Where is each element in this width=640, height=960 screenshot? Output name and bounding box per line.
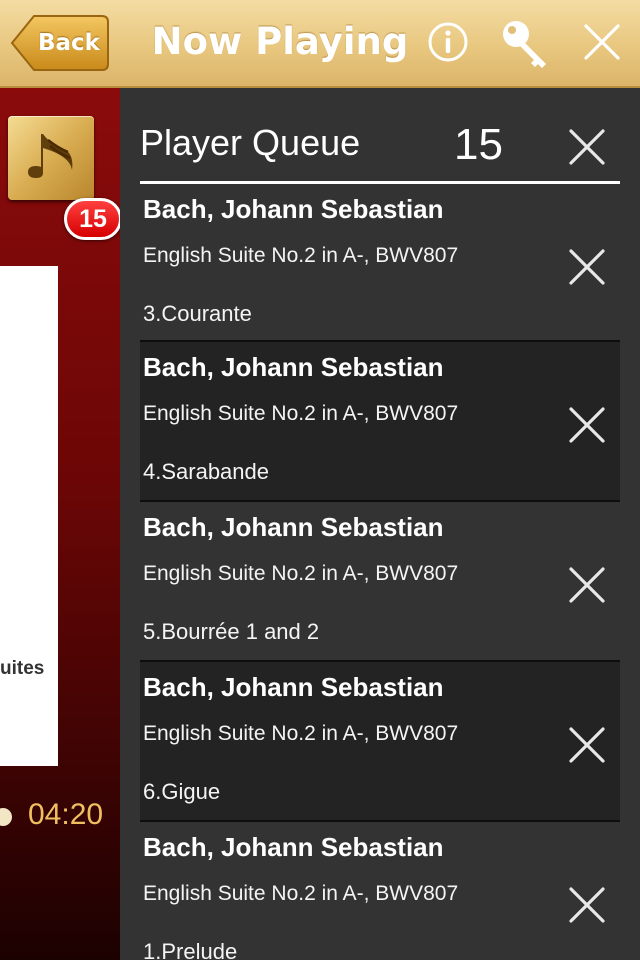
back-button-label: Back [38, 30, 100, 56]
queue-count: 15 [454, 120, 503, 169]
queue-item-movement: 4.Sarabande [143, 459, 269, 484]
player-queue-panel: Player Queue 15 Bach, Johann Sebastian E… [120, 88, 640, 960]
queue-item[interactable]: Bach, Johann Sebastian English Suite No.… [140, 184, 620, 344]
album-cover[interactable] [0, 266, 58, 766]
remove-item-icon[interactable] [568, 406, 606, 444]
page-title: Now Playing [151, 20, 409, 63]
queue-item-movement: 6.Gigue [143, 779, 221, 804]
queue-item-movement: 3.Courante [143, 301, 252, 326]
info-icon[interactable] [424, 18, 472, 66]
queue-close-icon[interactable] [568, 128, 606, 166]
top-bar: Back Now Playing [0, 0, 640, 88]
queue-count-badge: 15 [64, 198, 122, 240]
close-icon[interactable] [578, 18, 626, 66]
queue-item-composer: Bach, Johann Sebastian [143, 194, 444, 224]
queue-item-work: English Suite No.2 in A-, BWV807 [143, 722, 459, 745]
queue-item-movement: 5.Bourrée 1 and 2 [143, 619, 320, 644]
remove-item-icon[interactable] [568, 248, 606, 286]
queue-item-composer: Bach, Johann Sebastian [143, 352, 444, 382]
remove-item-icon[interactable] [568, 886, 606, 924]
track-duration: 04:20 [28, 798, 104, 831]
queue-item[interactable]: Bach, Johann Sebastian English Suite No.… [140, 662, 620, 822]
queue-item-work: English Suite No.2 in A-, BWV807 [143, 562, 459, 585]
progress-handle[interactable] [0, 808, 12, 826]
remove-item-icon[interactable] [568, 566, 606, 604]
queue-item[interactable]: Bach, Johann Sebastian English Suite No.… [140, 502, 620, 662]
queue-item-composer: Bach, Johann Sebastian [143, 512, 444, 542]
queue-item-composer: Bach, Johann Sebastian [143, 832, 444, 862]
now-playing-panel: 15 uites 04:20 [0, 88, 122, 960]
key-icon[interactable] [498, 16, 554, 72]
queue-item[interactable]: Bach, Johann Sebastian English Suite No.… [140, 822, 620, 960]
queue-item-work: English Suite No.2 in A-, BWV807 [143, 402, 459, 425]
back-button[interactable]: Back [10, 14, 110, 72]
queue-header: Player Queue 15 [140, 88, 620, 184]
queue-item-movement: 1.Prelude [143, 939, 238, 960]
music-note-icon [28, 134, 73, 178]
queue-item-work: English Suite No.2 in A-, BWV807 [143, 244, 459, 267]
queue-button[interactable] [8, 116, 94, 200]
queue-title: Player Queue [140, 122, 361, 163]
album-cover-text: uites [0, 658, 45, 679]
queue-item-composer: Bach, Johann Sebastian [143, 672, 444, 702]
queue-item-work: English Suite No.2 in A-, BWV807 [143, 882, 459, 905]
remove-item-icon[interactable] [568, 726, 606, 764]
queue-item[interactable]: Bach, Johann Sebastian English Suite No.… [140, 342, 620, 502]
